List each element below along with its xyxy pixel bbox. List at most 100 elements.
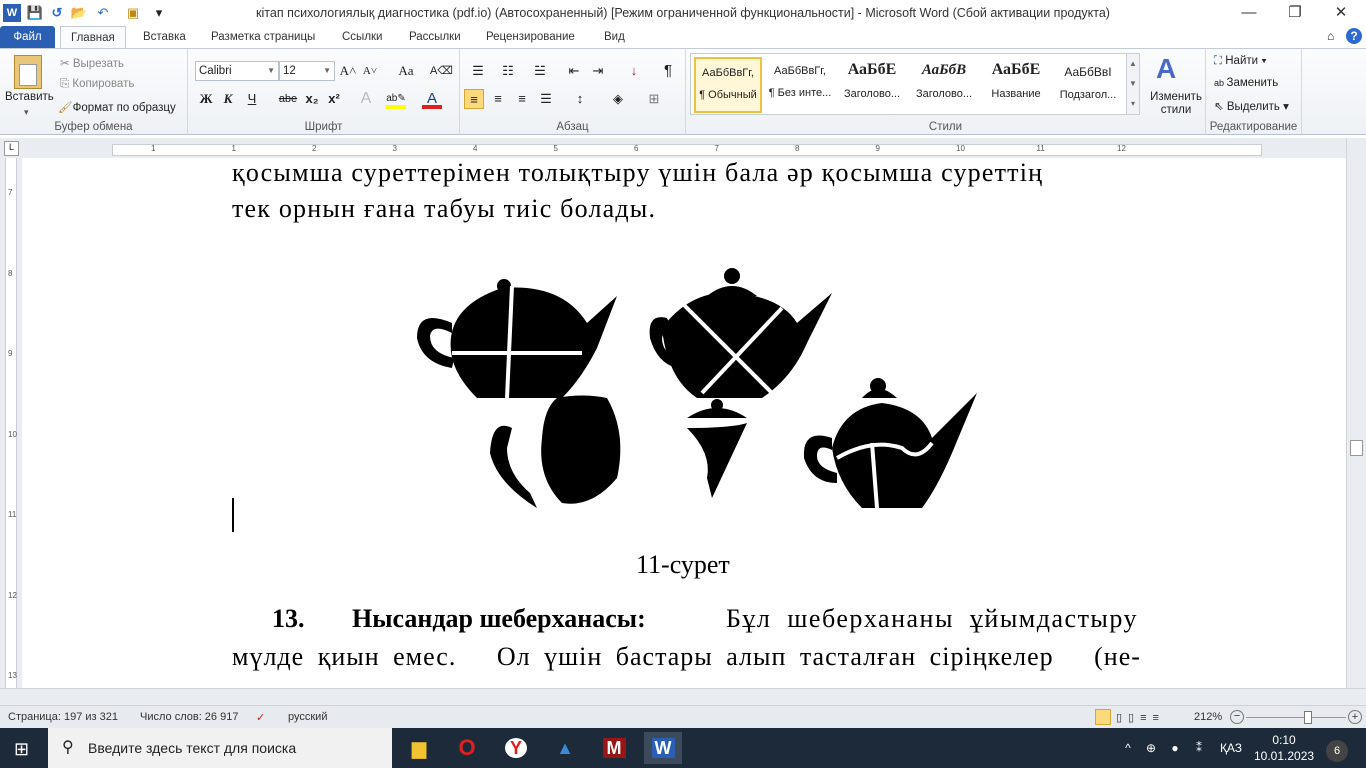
highlight-icon[interactable]: ab✎ — [386, 89, 406, 109]
tab-view[interactable]: Вид — [594, 26, 635, 48]
scroll-thumb[interactable] — [1350, 440, 1363, 456]
font-color-icon[interactable]: A — [422, 89, 442, 109]
proofing-icon[interactable]: ✓ — [256, 711, 265, 724]
tray-expand-icon[interactable]: ^ — [1120, 728, 1136, 768]
underline-button[interactable]: Ч — [242, 89, 262, 109]
minimize-button[interactable]: — — [1226, 0, 1272, 26]
view-buttons[interactable]: ▯▯≡≡ — [1116, 711, 1165, 724]
replace-button[interactable]: ab Заменить — [1214, 77, 1278, 89]
clock[interactable]: 0:10 10.01.2023 — [1254, 728, 1314, 768]
close-button[interactable]: ✕ — [1318, 0, 1364, 26]
style-heading2[interactable]: АаБбВ Заголово... — [910, 57, 978, 113]
find-button[interactable]: ⛶ Найти ▾ — [1214, 55, 1267, 68]
tab-home[interactable]: Главная — [60, 26, 126, 49]
help-icon[interactable]: ? — [1346, 28, 1362, 44]
volume-icon[interactable]: ● — [1166, 728, 1184, 768]
restore-button[interactable]: ❐ — [1272, 0, 1318, 26]
keyboard-language[interactable]: ҚАЗ — [1216, 728, 1246, 768]
multilevel-list-icon[interactable]: ☱ — [530, 61, 550, 81]
word-taskbar-icon[interactable]: W — [644, 732, 682, 764]
binoculars-icon: ⛶ — [1214, 55, 1226, 67]
page-count[interactable]: Страница: 197 из 321 — [8, 711, 118, 723]
brush-icon: 🖌 — [58, 102, 73, 114]
style-subtitle[interactable]: АаБбВвI Подзагол... — [1054, 57, 1122, 113]
shading-icon[interactable]: ◈ — [608, 89, 628, 109]
styles-scroll[interactable]: ▲ ▼ ▾ — [1126, 53, 1140, 115]
bluetooth-icon[interactable]: ⁑ — [1190, 728, 1208, 768]
font-name-select[interactable]: Calibri ▼ — [195, 61, 279, 81]
shrink-font-button[interactable]: A˅ — [360, 61, 380, 81]
zoom-slider-thumb[interactable] — [1304, 711, 1312, 724]
language-indicator[interactable]: русский — [288, 711, 327, 723]
style-heading1[interactable]: АаБбЕ Заголово... — [838, 57, 906, 113]
style-no-spacing[interactable]: АаБбВвГг, ¶ Без инте... — [766, 57, 834, 113]
tab-selector[interactable]: L — [4, 141, 19, 156]
clear-formatting-icon[interactable]: A⌫ — [430, 61, 453, 81]
change-styles-button[interactable]: Изменить стили — [1142, 91, 1210, 117]
line-spacing-icon[interactable]: ↕ — [570, 89, 590, 109]
tab-page-layout[interactable]: Разметка страницы — [201, 26, 325, 48]
ruler-tick-label: 4 — [473, 144, 478, 153]
align-left-button[interactable]: ≡ — [464, 89, 484, 109]
strikethrough-button[interactable]: abe — [276, 89, 300, 109]
borders-icon[interactable]: ⊞ — [644, 89, 664, 109]
font-size-select[interactable]: 12 ▼ — [279, 61, 335, 81]
ruler-tick-label: 9 — [875, 144, 880, 153]
bullets-icon[interactable]: ☰ — [468, 61, 488, 81]
word-count[interactable]: Число слов: 26 917 — [140, 711, 238, 723]
ruler-tick-label: 12 — [8, 590, 17, 600]
yandex-browser-icon[interactable]: Y — [497, 732, 535, 764]
opera-icon[interactable]: O — [448, 732, 486, 764]
zoom-level[interactable]: 212% — [1194, 711, 1222, 723]
paste-button[interactable]: Вставить — [5, 91, 54, 103]
show-formatting-button[interactable]: ¶ — [658, 61, 678, 81]
style-title[interactable]: АаБбЕ Название — [982, 57, 1050, 113]
increase-indent-icon[interactable]: ⇥ — [588, 61, 608, 81]
change-case-button[interactable]: Aa — [392, 61, 420, 81]
copy-button[interactable]: ⎘ Копировать — [60, 78, 134, 91]
taskbar-search[interactable]: ⚲ Введите здесь текст для поиска — [48, 728, 392, 768]
vertical-scrollbar[interactable] — [1346, 138, 1366, 688]
cut-button[interactable]: ✂ Вырезать — [60, 56, 124, 70]
superscript-button[interactable]: x² — [324, 89, 344, 109]
justify-button[interactable]: ☰ — [536, 89, 556, 109]
ruler-tick-label: 5 — [553, 144, 558, 153]
photos-icon[interactable]: ▲ — [546, 732, 584, 764]
zoom-out-button[interactable]: − — [1230, 710, 1244, 724]
align-right-button[interactable]: ≡ — [512, 89, 532, 109]
subscript-button[interactable]: x₂ — [302, 89, 322, 109]
notifications-badge[interactable]: 6 — [1326, 740, 1348, 762]
pdf-reader-icon[interactable]: M — [595, 732, 633, 764]
zoom-slider[interactable] — [1246, 717, 1346, 718]
text-effects-icon[interactable]: A — [356, 89, 376, 109]
network-icon[interactable]: ⊕ — [1142, 728, 1160, 768]
decrease-indent-icon[interactable]: ⇤ — [564, 61, 584, 81]
zoom-in-button[interactable]: + — [1348, 710, 1362, 724]
sort-icon[interactable]: ↓ — [624, 61, 644, 81]
italic-button[interactable]: К — [218, 89, 238, 109]
cursor-icon: ⇖ — [1214, 101, 1227, 113]
minimize-ribbon-icon[interactable]: ⌂ — [1327, 29, 1334, 43]
tab-mailings[interactable]: Рассылки — [399, 26, 471, 48]
font-group: Calibri ▼ 12 ▼ A˄ A˅ Aa A⌫ Ж К Ч abe x₂ x²… — [188, 49, 460, 135]
select-button[interactable]: ⇖ Выделить ▾ — [1214, 99, 1289, 113]
ruler-tick-label: 3 — [392, 144, 397, 153]
document-page[interactable]: қосымша суреттерімен толықтыру үшін бала… — [22, 158, 1346, 688]
align-center-button[interactable]: ≡ — [488, 89, 508, 109]
tab-file[interactable]: Файл — [0, 26, 55, 48]
tab-insert[interactable]: Вставка — [133, 26, 196, 48]
horizontal-scrollbar[interactable] — [0, 688, 1366, 705]
tab-references[interactable]: Ссылки — [332, 26, 393, 48]
tab-review[interactable]: Рецензирование — [476, 26, 585, 48]
file-explorer-icon[interactable]: ▆ — [400, 732, 438, 764]
clipboard-group: Вставить ▾ ✂ Вырезать ⎘ Копировать 🖌Форм… — [0, 49, 188, 135]
grow-font-button[interactable]: A˄ — [338, 61, 358, 81]
format-painter-button[interactable]: 🖌Формат по образцу — [58, 100, 176, 114]
windows-start-icon[interactable]: ⊞ — [14, 739, 29, 760]
style-normal[interactable]: АаБбВвГг, ¶ Обычный — [694, 57, 762, 113]
print-layout-view-icon[interactable] — [1095, 709, 1111, 725]
numbering-icon[interactable]: ☷ — [498, 61, 518, 81]
horizontal-ruler[interactable]: 1 1 2 3 4 5 6 7 8 9 10 11 12 — [112, 144, 1262, 156]
change-styles-icon: A — [1156, 53, 1177, 84]
bold-button[interactable]: Ж — [196, 89, 216, 109]
